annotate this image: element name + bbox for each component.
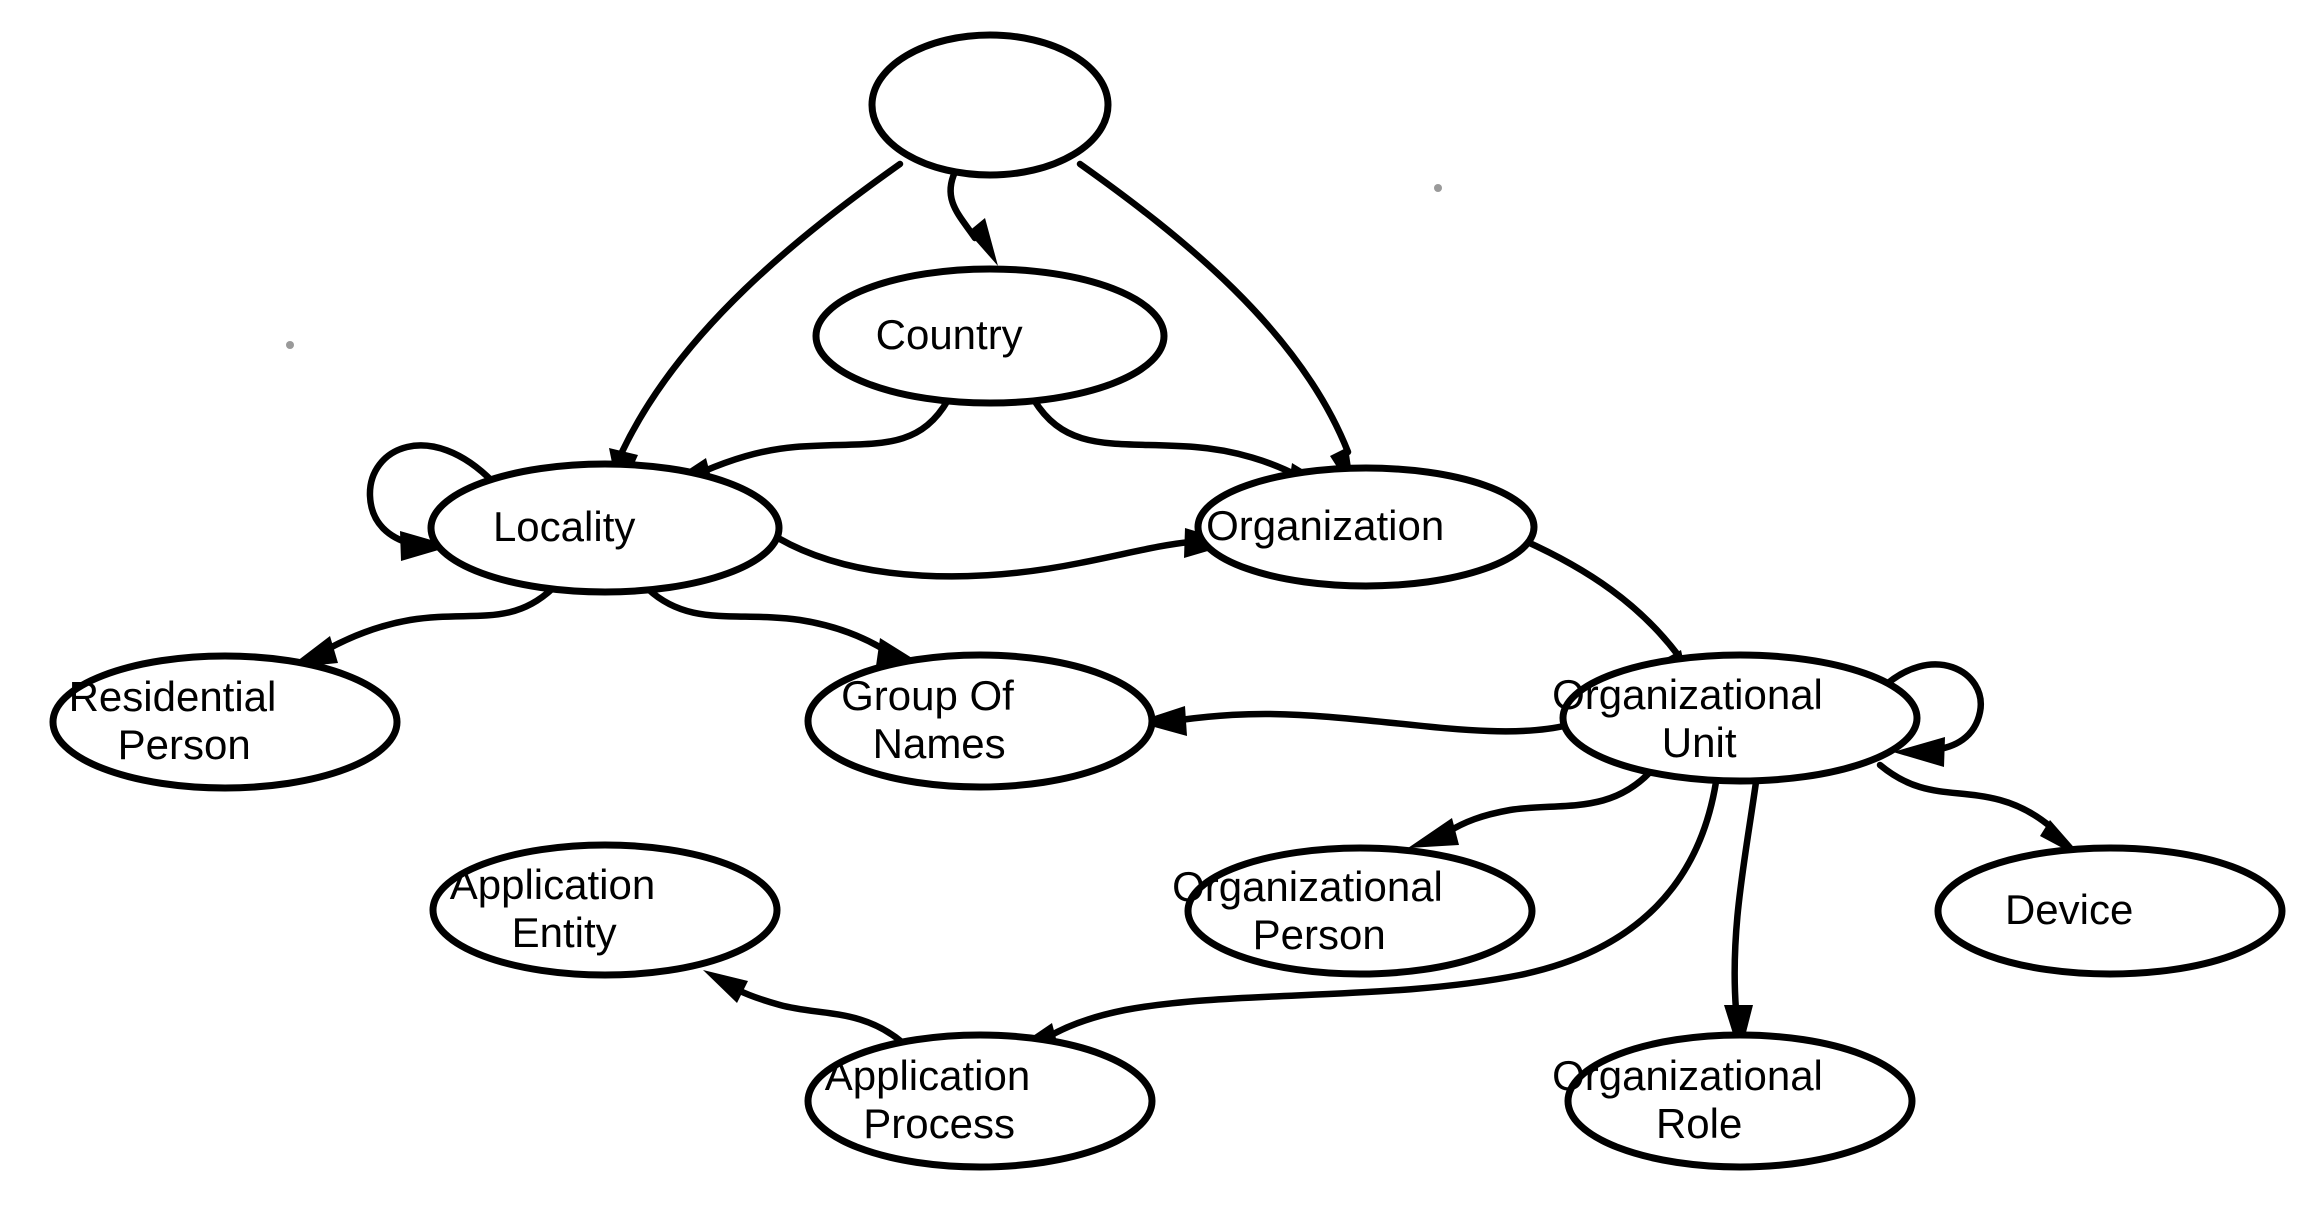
- node-residential-person[interactable]: Residential Person: [49, 652, 401, 792]
- edge-root-country: [947, 168, 998, 266]
- edge-locality-residential-person: [288, 585, 556, 668]
- edge-locality-group-of-names: [644, 585, 928, 668]
- edge-locality-organization: [774, 528, 1235, 580]
- edge-application-process-entity: [703, 970, 907, 1047]
- node-group-of-names-label: Group Of Names: [841, 672, 1119, 767]
- node-root-label: [897, 78, 1084, 125]
- node-country-label: Country: [876, 311, 1105, 358]
- node-application-process[interactable]: Application Process: [804, 1031, 1156, 1171]
- directory-information-tree-diagram: Country Locality Organization Residentia…: [49, 31, 2286, 1171]
- node-organizational-role[interactable]: Organizational Role: [1552, 1031, 1928, 1171]
- node-group-of-names[interactable]: Group Of Names: [804, 651, 1156, 791]
- node-country[interactable]: Country: [812, 265, 1168, 407]
- diagram-canvas: Country Locality Organization Residentia…: [0, 0, 2307, 1225]
- arrowhead: [703, 970, 748, 1003]
- arrowhead: [968, 218, 998, 266]
- node-root[interactable]: [868, 31, 1112, 179]
- edge-ou-organizational-person: [1408, 766, 1656, 848]
- node-application-entity[interactable]: Application Entity: [429, 841, 781, 979]
- edge-ou-group-of-names: [1136, 706, 1572, 736]
- arrowhead: [1408, 818, 1459, 848]
- edge-ou-organizational-role: [1724, 778, 1760, 1056]
- node-application-process-label: Application Process: [825, 1052, 1136, 1147]
- node-organizational-unit[interactable]: Organizational Unit: [1552, 651, 1928, 785]
- node-device-label: Device: [2005, 886, 2215, 933]
- node-organization-label: Organization: [1206, 502, 1526, 549]
- node-device[interactable]: Device: [1934, 844, 2286, 978]
- scan-speck: [1434, 184, 1442, 192]
- node-organization[interactable]: Organization: [1194, 464, 1538, 590]
- node-organizational-person[interactable]: Organizational Person: [1172, 844, 1548, 978]
- edge-ou-device: [1876, 761, 2085, 860]
- scan-speck: [286, 341, 294, 349]
- node-locality-label: Locality: [493, 503, 717, 550]
- node-locality[interactable]: Locality: [427, 460, 783, 596]
